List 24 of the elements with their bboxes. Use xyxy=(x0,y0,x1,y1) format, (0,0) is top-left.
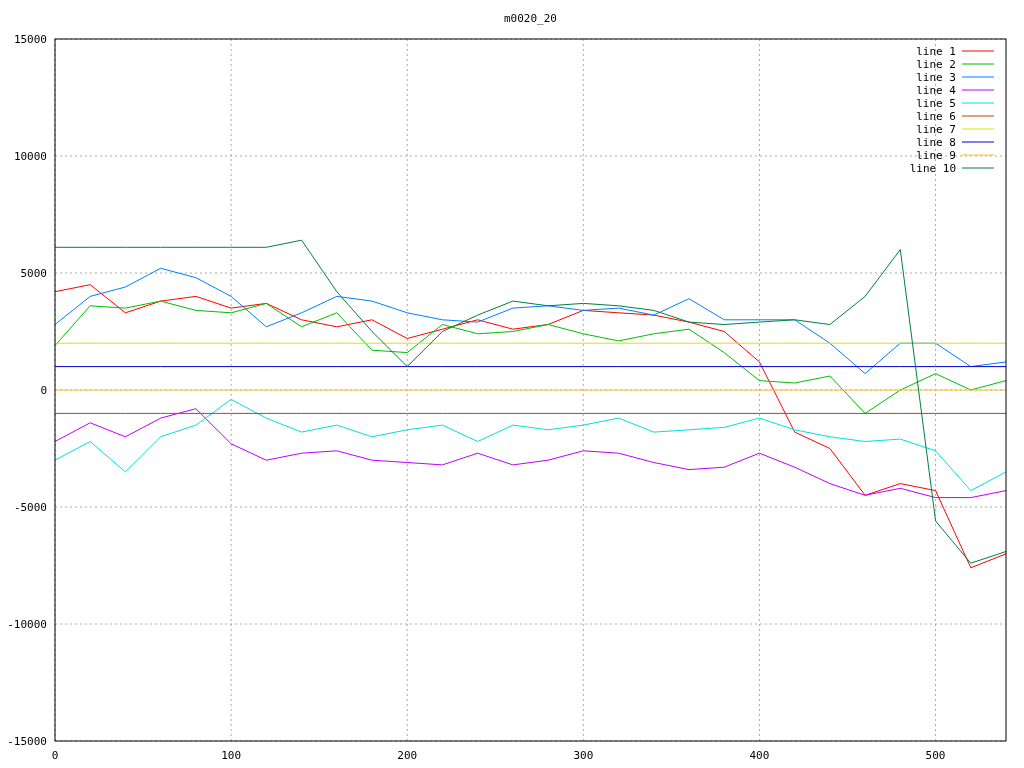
chart-title: m0020_20 xyxy=(504,12,557,25)
y-tick-label: -10000 xyxy=(7,618,47,631)
legend-label: line 2 xyxy=(916,58,956,71)
y-tick-label: 0 xyxy=(40,384,47,397)
x-tick-label: 100 xyxy=(221,749,242,762)
x-tick-label: 0 xyxy=(51,749,59,762)
y-tick-label: 10000 xyxy=(13,150,47,163)
legend-label: line 1 xyxy=(916,45,956,58)
legend-label: line 10 xyxy=(909,162,956,175)
legend-label: line 3 xyxy=(916,71,956,84)
legend-label: line 6 xyxy=(916,110,956,123)
x-tick-label: 400 xyxy=(749,749,770,762)
y-tick-label: -5000 xyxy=(13,501,47,514)
y-tick-label: -15000 xyxy=(7,735,47,748)
legend-label: line 5 xyxy=(916,97,956,110)
legend-label: line 7 xyxy=(916,123,956,136)
x-tick-label: 200 xyxy=(397,749,418,762)
y-tick-label: 5000 xyxy=(20,267,47,280)
x-tick-label: 500 xyxy=(925,749,946,762)
y-tick-label: 15000 xyxy=(13,33,47,46)
legend-label: line 9 xyxy=(916,149,956,162)
x-tick-label: 300 xyxy=(573,749,594,762)
legend-label: line 8 xyxy=(916,136,956,149)
legend-label: line 4 xyxy=(916,84,956,97)
